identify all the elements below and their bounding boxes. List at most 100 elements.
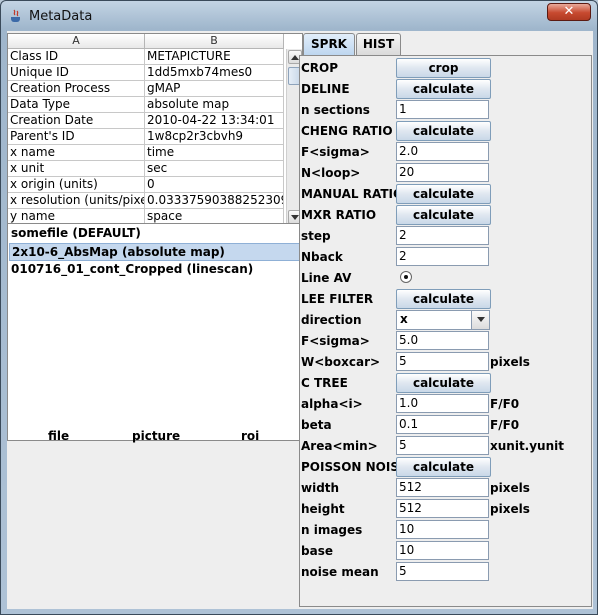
width-label: width (301, 481, 340, 495)
table-cell-key[interactable]: Creation Process (8, 81, 145, 97)
poisson-noise-calculate-button[interactable]: calculate (396, 457, 491, 477)
table-row[interactable]: x unit sec (8, 161, 284, 177)
direction-select[interactable]: x (396, 310, 490, 330)
table-row[interactable]: x name time (8, 145, 284, 161)
noise-mean-label: noise mean (301, 565, 379, 579)
sprk-panel: CROP crop DELINE calculate n sections 1 … (299, 55, 592, 607)
w-boxcar-label: W<boxcar> (301, 355, 381, 369)
tab-hist[interactable]: HIST (356, 33, 401, 55)
crop-button[interactable]: crop (396, 58, 491, 78)
title-bar[interactable]: MetaData ✕ (1, 1, 597, 31)
noise-mean-field[interactable]: 5 (396, 562, 489, 581)
table-cell-value[interactable]: METAPICTURE (145, 49, 284, 65)
height-label: height (301, 502, 345, 516)
file-label[interactable]: file (48, 429, 69, 443)
manual-ratio-calculate-button[interactable]: calculate (396, 184, 491, 204)
table-cell-value[interactable]: sec (145, 161, 284, 177)
step-label: step (301, 229, 331, 243)
lee-filter-label: LEE FILTER (301, 292, 374, 306)
column-header-b[interactable]: B (145, 34, 284, 49)
close-button[interactable]: ✕ (547, 3, 591, 21)
poisson-noise-label: POISSON NOISE (301, 460, 408, 474)
table-cell-value[interactable]: 1w8cp2r3cbvh9 (145, 129, 284, 145)
tab-sprk[interactable]: SPRK (303, 33, 355, 56)
table-cell-value[interactable]: gMAP (145, 81, 284, 97)
deline-label: DELINE (301, 82, 350, 96)
table-cell-value[interactable]: absolute map (145, 97, 284, 113)
n-images-label: n images (301, 523, 363, 537)
n-loop-field[interactable]: 20 (396, 163, 489, 182)
base-field[interactable]: 10 (396, 541, 489, 560)
table-row[interactable]: Parent's ID 1w8cp2r3cbvh9 (8, 129, 284, 145)
table-row[interactable]: Creation Date 2010-04-22 13:34:01 (8, 113, 284, 129)
metadata-window: MetaData ✕ A B Class ID METAPICTURE Uniq… (0, 0, 598, 615)
arrow-up-icon (291, 55, 299, 60)
java-cup-icon (11, 9, 20, 22)
table-row[interactable]: Class ID METAPICTURE (8, 49, 284, 65)
table-row[interactable]: x resolution (units/pixel) 0.03337590388… (8, 193, 284, 209)
table-cell-value[interactable]: time (145, 145, 284, 161)
beta-unit: F/F0 (490, 418, 520, 432)
table-cell-key[interactable]: Creation Date (8, 113, 145, 129)
table-cell-key[interactable]: Unique ID (8, 65, 145, 81)
step-field[interactable]: 2 (396, 226, 489, 245)
roi-label[interactable]: roi (241, 429, 259, 443)
lee-filter-calculate-button[interactable]: calculate (396, 289, 491, 309)
table-row[interactable]: x origin (units) 0 (8, 177, 284, 193)
table-cell-key[interactable]: x resolution (units/pixel) (8, 193, 145, 209)
table-row[interactable]: Unique ID 1dd5mxb74mes0 (8, 65, 284, 81)
line-av-radio[interactable] (400, 271, 412, 283)
arrow-down-icon (291, 215, 299, 220)
deline-calculate-button[interactable]: calculate (396, 79, 491, 99)
table-cell-key[interactable]: Class ID (8, 49, 145, 65)
chevron-down-icon (476, 317, 485, 322)
mxr-ratio-calculate-button[interactable]: calculate (396, 205, 491, 225)
alpha-unit: F/F0 (490, 397, 520, 411)
table-cell-value[interactable]: 0 (145, 177, 284, 193)
c-tree-calculate-button[interactable]: calculate (396, 373, 491, 393)
manual-ratio-label: MANUAL RATIO (301, 187, 404, 201)
close-icon: ✕ (563, 4, 575, 19)
direction-value: x (400, 312, 408, 326)
width-field[interactable]: 512 (396, 478, 489, 497)
mxr-ratio-label: MXR RATIO (301, 208, 377, 222)
column-header-a[interactable]: A (8, 34, 145, 49)
alpha-field[interactable]: 1.0 (396, 394, 489, 413)
direction-dropdown-button[interactable] (471, 311, 489, 329)
alpha-label: alpha<i> (301, 397, 363, 411)
n-images-field[interactable]: 10 (396, 520, 489, 539)
list-item[interactable]: 010716_01_cont_Cropped (linescan) (9, 261, 301, 279)
table-cell-value[interactable]: 0.03337590388252309 (145, 193, 284, 209)
list-item[interactable]: somefile (DEFAULT) (9, 225, 301, 243)
width-unit: pixels (490, 481, 530, 495)
area-min-unit: xunit.yunit (490, 439, 564, 453)
lee-f-sigma-label: F<sigma> (301, 334, 370, 348)
table-cell-key[interactable]: x origin (units) (8, 177, 145, 193)
lee-f-sigma-field[interactable]: 5.0 (396, 331, 489, 350)
n-sections-field[interactable]: 1 (396, 100, 489, 119)
table-cell-key[interactable]: x name (8, 145, 145, 161)
window-title: MetaData (29, 9, 93, 24)
nback-label: Nback (301, 250, 343, 264)
cheng-ratio-label: CHENG RATIO (301, 124, 393, 138)
table-row[interactable]: Data Type absolute map (8, 97, 284, 113)
direction-label: direction (301, 313, 362, 327)
f-sigma-field[interactable]: 2.0 (396, 142, 489, 161)
height-field[interactable]: 512 (396, 499, 489, 518)
cheng-ratio-calculate-button[interactable]: calculate (396, 121, 491, 141)
metadata-table: A B Class ID METAPICTURE Unique ID 1dd5m… (7, 33, 303, 253)
table-cell-key[interactable]: x unit (8, 161, 145, 177)
table-cell-value[interactable]: 2010-04-22 13:34:01 (145, 113, 284, 129)
w-boxcar-field[interactable]: 5 (396, 352, 489, 371)
table-row[interactable]: Creation Process gMAP (8, 81, 284, 97)
table-cell-key[interactable]: Data Type (8, 97, 145, 113)
table-cell-key[interactable]: Parent's ID (8, 129, 145, 145)
nback-field[interactable]: 2 (396, 247, 489, 266)
area-min-field[interactable]: 5 (396, 436, 489, 455)
picture-label[interactable]: picture (132, 429, 180, 443)
beta-field[interactable]: 0.1 (396, 415, 489, 434)
base-label: base (301, 544, 333, 558)
list-item-selected[interactable]: 2x10-6_AbsMap (absolute map) (9, 243, 301, 261)
table-cell-value[interactable]: 1dd5mxb74mes0 (145, 65, 284, 81)
height-unit: pixels (490, 502, 530, 516)
